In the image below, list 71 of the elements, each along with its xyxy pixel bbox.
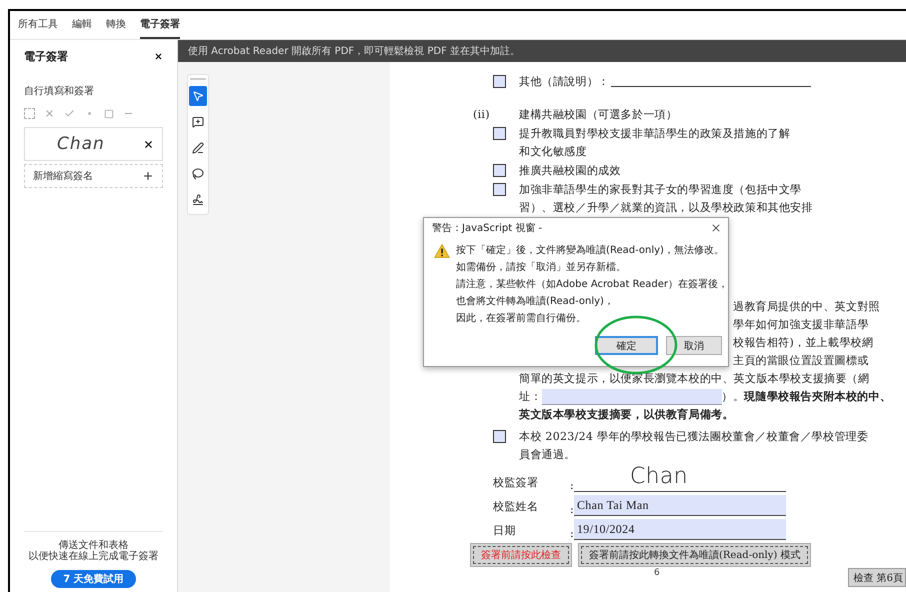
dialog-message: 因此，在簽署前需自行備份。 <box>456 312 588 326</box>
check-icon[interactable] <box>64 108 75 119</box>
dialog-message: 也會將文件轉為唯讀(Read-only)， <box>456 294 615 309</box>
close-icon[interactable] <box>143 138 154 150</box>
close-icon[interactable] <box>710 222 722 234</box>
document-text: 主頁的當眼位置設置圖標或 <box>733 353 869 369</box>
document-text: 其他（請說明）： <box>519 74 610 90</box>
section-label: 自行填寫和簽署 <box>24 84 95 98</box>
pen-icon <box>192 142 204 154</box>
trial-button[interactable]: 7 天免費試用 <box>51 570 136 588</box>
document-text: 英文版本學校支援摘要，以供教育局備考。 <box>519 407 734 423</box>
comment-icon <box>192 116 204 128</box>
tab[interactable]: 編輯 <box>72 11 92 39</box>
dialog-message: 如需備份，請按「取消」並另存新檔。 <box>456 260 628 275</box>
dialog-title: 警告：JavaScript 視窗 - <box>432 222 542 235</box>
drag-handle[interactable] <box>190 78 206 80</box>
document-text: 習）、選校／升學／就業的資訊，以及學校政策和其他安排 <box>519 200 813 216</box>
button-label: 新增縮寫簽名 <box>33 170 93 183</box>
document-text: 提升教職員對學校支援非華語學生的政策及措施的了解 <box>519 126 790 142</box>
checkbox[interactable] <box>493 164 506 177</box>
dialog-button[interactable]: 取消 <box>666 336 722 355</box>
close-icon[interactable] <box>154 52 163 60</box>
document-text: 址： <box>519 389 542 405</box>
colon: : <box>570 479 574 492</box>
warning-icon <box>434 242 450 260</box>
signature-card[interactable]: Chan <box>24 127 163 161</box>
dialog-message: 按下「確定」後，文件將變為唯讀(Read-only)，無法修改。 <box>456 244 725 258</box>
document-text: 校報告相符)，並上載學校網 <box>733 335 874 351</box>
tab[interactable]: 電子簽署 <box>140 11 180 39</box>
document-text: ）。現隨學校報告夾附本校的中、 <box>722 389 892 405</box>
tab[interactable]: 所有工具 <box>18 11 58 39</box>
list-marker: (ii) <box>473 107 491 123</box>
text-field-icon[interactable] <box>24 108 35 119</box>
tab[interactable]: 轉換 <box>106 11 126 39</box>
signature-field[interactable]: Chan <box>574 464 786 492</box>
dialog-message: 請注意，某些軟件（如Adobe Acrobat Reader）在簽署後， <box>456 278 728 292</box>
document-text: 簡單的英文提示，以便家長瀏覽本校的中、英文版本學校支援摘要（網 <box>519 371 870 387</box>
text-field[interactable]: Chan Tai Man <box>574 495 786 516</box>
colon: : <box>570 527 574 540</box>
page-number: 6 <box>654 568 660 578</box>
field-label: 日期 <box>493 523 517 539</box>
form-button[interactable]: 簽署前請按此轉換文件為唯讀(Read-only) 模式 <box>578 543 812 567</box>
info-banner: 使用 Acrobat Reader 開啟所有 PDF，即可輕鬆檢視 PDF 並在其中加註。 <box>178 40 906 62</box>
signature-text: Chan <box>57 134 105 154</box>
add-initials-button[interactable]: 新增縮寫簽名 <box>24 164 163 188</box>
document-text: 過教育局提供的中、英文對照 <box>733 299 880 315</box>
document-text: 和文化敏感度 <box>519 144 587 160</box>
plus-icon <box>142 170 154 182</box>
colon: : <box>570 503 574 516</box>
document-text: 加強非華語學生的家長對其子女的學習進度（包括中文學 <box>519 182 802 198</box>
panel-title: 電子簽署 <box>24 48 68 64</box>
checkbox[interactable] <box>493 430 506 443</box>
lasso-icon <box>192 168 204 180</box>
check-button[interactable]: 檢查 第6頁 <box>848 568 906 587</box>
checkbox[interactable] <box>493 75 506 88</box>
field-label: 校監簽署 <box>493 475 540 491</box>
document-text: 員會通過。 <box>519 447 576 463</box>
signature-icon <box>192 194 204 206</box>
section-heading: 建構共融校園（可選多於一項） <box>519 107 678 123</box>
url-field[interactable] <box>542 389 722 405</box>
promo-text: 傳送文件和表格 <box>58 540 128 551</box>
document-text: 本校 2023/24 學年的學校報告已獲法團校董會／校董會／學校管理委 <box>519 429 868 445</box>
pointer-icon <box>192 90 204 102</box>
document-text: 學年如何加強支援非華語學 <box>733 317 869 333</box>
checkbox[interactable] <box>493 183 506 196</box>
dialog-button[interactable]: 確定 <box>595 336 658 355</box>
promo-text: 以便快速在線上完成電子簽署 <box>28 551 158 562</box>
document-text: 推廣共融校園的成效 <box>519 163 621 179</box>
field-label: 校監姓名 <box>493 499 540 515</box>
text-field[interactable]: 19/10/2024 <box>574 519 786 540</box>
checkbox[interactable] <box>493 127 506 140</box>
